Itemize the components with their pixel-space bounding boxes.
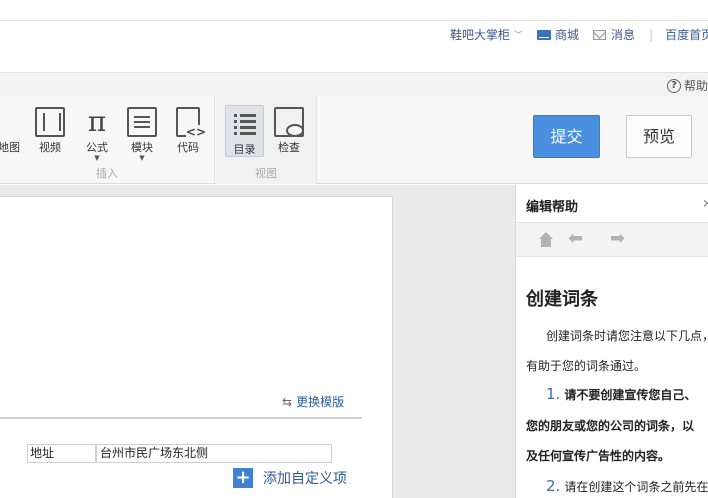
- list-number: 2.: [546, 477, 561, 495]
- change-template-label: 更换模版: [296, 395, 345, 409]
- help-nav-bar: ⬅ ➡: [516, 223, 708, 257]
- list-icon: [230, 109, 260, 139]
- inspect-icon: [274, 107, 304, 137]
- mall-label: 商城: [555, 28, 580, 42]
- formula-label: 公式: [86, 141, 108, 154]
- help-panel-title: 编辑帮助: [526, 200, 579, 215]
- help-text: 您的朋友或您的公司的词条，以: [526, 419, 695, 433]
- top-nav: 鞋吧大掌柜 ﹀ 商城 消息 | 百度首页: [450, 26, 708, 43]
- help-text: 有助于您的词条通过。: [526, 359, 647, 373]
- video-button[interactable]: 视频: [29, 104, 71, 160]
- help-list-item: 1. 请不要创建宣传您自己、: [546, 385, 696, 403]
- home-icon[interactable]: [538, 232, 554, 248]
- chevron-down-icon: ﹀: [514, 31, 524, 41]
- user-name: 鞋吧大掌柜: [450, 28, 511, 42]
- baidu-home-label: 百度首页: [665, 28, 708, 42]
- infobox-value-field[interactable]: 台州市民广场东北侧: [96, 444, 332, 463]
- chevron-right-icon[interactable]: ›: [703, 193, 708, 212]
- store-icon: [537, 29, 552, 40]
- module-button[interactable]: 模块 ▼: [121, 104, 163, 162]
- help-text: 请在创建这个词条之前先在: [564, 480, 708, 494]
- help-label: 帮助: [683, 79, 708, 93]
- help-link[interactable]: ? 帮助: [666, 77, 708, 94]
- module-label: 模块: [131, 141, 153, 154]
- group-divider: [316, 96, 317, 184]
- help-panel-header: 编辑帮助 ›: [516, 185, 708, 223]
- view-group: 目录 检查 视图: [216, 96, 316, 184]
- question-icon: ?: [666, 78, 681, 93]
- caret-down-icon: ▼: [94, 154, 100, 162]
- editor-toolbar: 地图 视频 π 公式 ▼ 模块 ▼ 代码 插入 目录 检查: [0, 96, 708, 184]
- code-label: 代码: [177, 141, 199, 154]
- help-list-item: 2. 请在创建这个词条之前先在: [546, 477, 708, 495]
- top-divider: [0, 20, 708, 21]
- check-button[interactable]: 检查: [268, 104, 310, 160]
- swap-icon: ⇆: [282, 394, 293, 409]
- insert-group-label: 插入: [96, 167, 118, 180]
- insert-group: 地图 视频 π 公式 ▼ 模块 ▼ 代码 插入: [0, 96, 214, 184]
- arrow-left-icon[interactable]: ⬅: [568, 228, 583, 249]
- group-divider: [214, 96, 215, 184]
- nav-separator: |: [649, 27, 654, 42]
- change-template-link[interactable]: ⇆ 更换模版: [282, 393, 344, 410]
- video-label: 视频: [39, 141, 61, 154]
- edit-help-panel: 编辑帮助 › ⬅ ➡ 创建词条 创建词条时请您注意以下几点， 有助于您的词条通过…: [515, 185, 708, 498]
- code-button[interactable]: 代码: [167, 104, 209, 160]
- arrow-right-icon[interactable]: ➡: [610, 228, 625, 249]
- add-custom-item-button[interactable]: + 添加自定义项: [233, 468, 347, 488]
- check-label: 检查: [278, 141, 300, 154]
- submit-button[interactable]: 提交: [533, 115, 600, 158]
- help-text: 及任何宣传广告性的内容。: [526, 449, 671, 463]
- caret-down-icon: ▼: [139, 154, 145, 162]
- toc-label: 目录: [233, 143, 256, 156]
- top-bar: 鞋吧大掌柜 ﹀ 商城 消息 | 百度首页: [0, 0, 708, 72]
- help-strip: ? 帮助: [0, 72, 708, 96]
- map-button[interactable]: 地图: [0, 104, 26, 160]
- help-text: 创建词条时请您注意以下几点，: [546, 329, 708, 343]
- pi-icon: π: [87, 105, 107, 138]
- section-divider: [0, 417, 362, 419]
- mall-link[interactable]: 商城: [537, 26, 579, 43]
- add-custom-label: 添加自定义项: [263, 471, 347, 487]
- map-label: 地图: [0, 141, 20, 154]
- view-group-label: 视图: [255, 167, 277, 180]
- film-icon: [35, 107, 65, 137]
- list-number: 1.: [546, 385, 561, 403]
- help-heading: 创建词条: [526, 289, 598, 310]
- plus-icon: +: [233, 468, 253, 488]
- code-icon: [176, 107, 207, 139]
- infobox-key-field[interactable]: 地址: [27, 444, 96, 463]
- formula-button[interactable]: π 公式 ▼: [76, 104, 118, 162]
- messages-label: 消息: [611, 28, 636, 42]
- baidu-home-link[interactable]: 百度首页: [665, 26, 708, 43]
- messages-link[interactable]: 消息: [593, 26, 635, 43]
- help-text: 请不要创建宣传您自己、: [564, 388, 697, 402]
- toc-button[interactable]: 目录: [225, 105, 264, 157]
- user-menu[interactable]: 鞋吧大掌柜 ﹀: [450, 26, 523, 43]
- preview-button[interactable]: 预览: [626, 115, 692, 158]
- module-icon: [127, 107, 157, 137]
- mail-icon: [593, 29, 607, 40]
